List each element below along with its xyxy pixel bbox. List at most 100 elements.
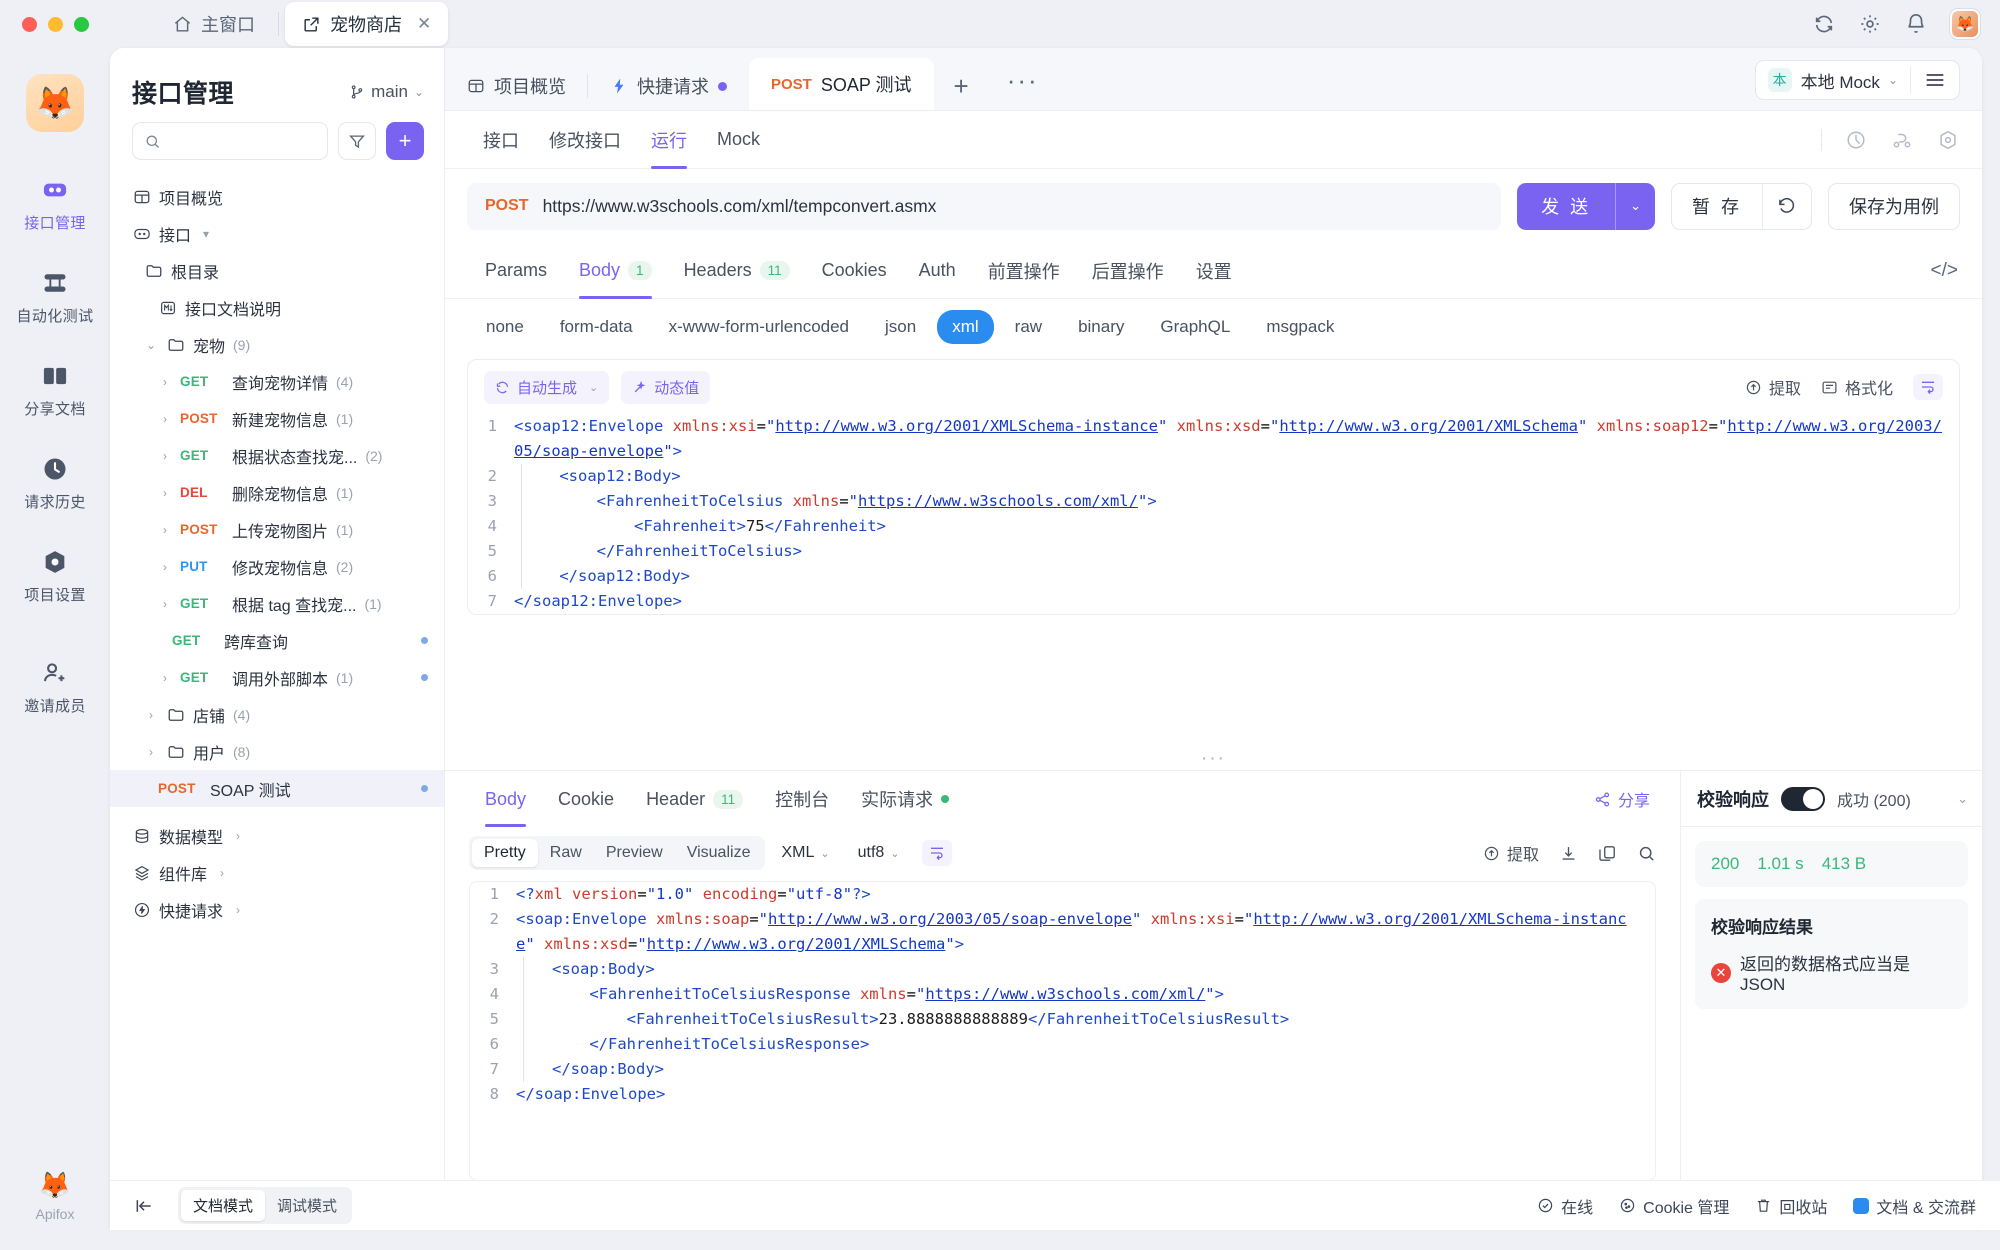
search-icon[interactable] [1637,844,1656,863]
body-type-raw[interactable]: raw [1000,310,1057,344]
cookie-manager[interactable]: Cookie 管理 [1619,1194,1729,1218]
tab-cookies[interactable]: Cookies [808,243,901,299]
tree-item-data-models[interactable]: 数据模型 › [110,817,444,854]
tree-api-get-by-status[interactable]: › GET 根据状态查找宠... (2) [110,437,444,474]
rail-item-automation-test[interactable]: 自动化测试 [9,259,101,335]
chevron-right-icon[interactable]: › [158,486,172,500]
body-type-form-data[interactable]: form-data [545,310,648,344]
tree-folder-pets[interactable]: ⌄ 宠物 (9) [110,326,444,363]
tree-api-post-create-pet[interactable]: › POST 新建宠物信息 (1) [110,400,444,437]
tree-folder-users[interactable]: › 用户 (8) [110,733,444,770]
tree-api-external-script[interactable]: › GET 调用外部脚本 (1) [110,659,444,696]
request-tab-soap-test[interactable]: POST SOAP 测试 [749,58,934,110]
chevron-right-icon[interactable]: › [158,375,172,389]
close-window-button[interactable] [22,16,37,32]
dynamic-value-button[interactable]: 动态值 [621,370,711,404]
response-tab-cookie[interactable]: Cookie [544,771,628,827]
chevron-right-icon[interactable]: › [158,523,172,537]
mode-document[interactable]: 文档模式 [181,1190,266,1221]
body-type-binary[interactable]: binary [1063,310,1139,344]
revert-icon[interactable] [1763,196,1811,216]
body-type-none[interactable]: none [471,310,539,344]
docs-and-community[interactable]: 文档 & 交流群 [1853,1194,1976,1218]
response-extract-button[interactable]: 提取 [1483,841,1539,865]
tree-api-get-pet-detail[interactable]: › GET 查询宠物详情 (4) [110,363,444,400]
extract-button[interactable]: 提取 [1745,375,1801,399]
chevron-right-icon[interactable]: › [144,745,158,759]
maximize-window-button[interactable] [74,16,89,32]
search-input[interactable] [169,132,316,150]
chevron-right-icon[interactable]: › [158,449,172,463]
rail-item-api-management[interactable]: 接口管理 [9,166,101,242]
chevron-down-icon[interactable]: ⌄ [1957,791,1968,807]
chevron-down-icon[interactable]: ▾ [199,227,213,241]
chevron-right-icon[interactable]: › [158,597,172,611]
tree-api-post-upload-image[interactable]: › POST 上传宠物图片 (1) [110,511,444,548]
gear-circle-icon[interactable] [1936,128,1960,152]
validation-toggle[interactable] [1781,786,1825,811]
request-tab-project-overview[interactable]: 项目概览 [445,62,588,110]
online-status[interactable]: 在线 [1537,1194,1593,1218]
chevron-down-icon[interactable]: ⌄ [144,338,158,352]
minimize-window-button[interactable] [48,16,63,32]
tree-item-quick-request[interactable]: 快捷请求 › [110,891,444,928]
tab-settings[interactable]: 设置 [1182,243,1246,299]
body-type-msgpack[interactable]: msgpack [1251,310,1349,344]
chevron-right-icon[interactable]: › [215,866,229,880]
fox-logo[interactable]: 🦊 [26,74,84,132]
response-tab-header[interactable]: Header 11 [632,771,757,827]
chevron-right-icon[interactable]: › [231,903,245,917]
request-code-area[interactable]: 1 <soap12:Envelope xmlns:xsi="http://www… [468,414,1959,614]
tree-item-api-doc-readme[interactable]: 接口文档说明 [110,289,444,326]
gear-icon[interactable] [1858,12,1882,36]
code-snippet-icon[interactable]: </> [1931,260,1958,282]
subtab-run[interactable]: 运行 [639,111,699,169]
response-tab-console[interactable]: 控制台 [761,771,843,827]
tree-item-apis[interactable]: 接口 ▾ [110,215,444,252]
splitter-handle[interactable]: ··· [445,748,1982,770]
chevron-right-icon[interactable]: › [144,708,158,722]
download-icon[interactable] [1559,844,1578,863]
body-type-xml[interactable]: xml [937,310,994,344]
wrap-icon[interactable] [921,840,952,866]
tree-item-project-overview[interactable]: 项目概览 [110,178,444,215]
subtab-interface[interactable]: 接口 [471,111,531,169]
branch-icon[interactable] [1890,128,1914,152]
chevron-right-icon[interactable]: › [158,560,172,574]
window-tab-petstore[interactable]: 宠物商店 ✕ [285,2,449,46]
run-settings-icon[interactable] [1844,128,1868,152]
chevron-down-icon[interactable]: ⌄ [1616,198,1655,214]
collapse-left-icon[interactable] [134,1196,154,1216]
share-button[interactable]: 分享 [1594,787,1650,811]
rail-item-invite-members[interactable]: 邀请成员 [9,649,101,725]
wrap-icon[interactable] [1913,374,1943,400]
chevron-right-icon[interactable]: › [231,829,245,843]
response-encoding-select[interactable]: utf8 ⌄ [846,844,912,862]
tree-api-del-pet[interactable]: › DEL 删除宠物信息 (1) [110,474,444,511]
mode-debug[interactable]: 调试模式 [265,1190,349,1221]
window-controls[interactable] [22,16,126,32]
view-mode-pretty[interactable]: Pretty [472,839,538,867]
send-button[interactable]: 发 送 ⌄ [1517,182,1655,230]
url-input[interactable]: POST https://www.w3schools.com/xml/tempc… [467,182,1502,230]
environment-selector[interactable]: 本 本地 Mock ⌄ [1754,60,1960,100]
tab-params[interactable]: Params [471,243,561,299]
tab-body[interactable]: Body 1 [565,243,666,299]
sync-icon[interactable] [1812,12,1836,36]
tree-api-put-update-pet[interactable]: › PUT 修改宠物信息 (2) [110,548,444,585]
tree-item-component-library[interactable]: 组件库 › [110,854,444,891]
tab-auth[interactable]: Auth [905,243,970,299]
request-tab-quick-request[interactable]: 快捷请求 [588,62,749,110]
save-as-case-button[interactable]: 保存为用例 [1828,182,1960,230]
subtab-modify-interface[interactable]: 修改接口 [537,111,633,169]
recycle-bin[interactable]: 回收站 [1755,1194,1827,1218]
filter-icon[interactable] [338,122,376,160]
response-tab-actual-request[interactable]: 实际请求 [847,771,963,827]
add-button[interactable]: + [386,122,424,160]
window-tab-home[interactable]: 主窗口 [156,2,272,46]
rail-item-request-history[interactable]: 请求历史 [9,445,101,521]
view-mode-raw[interactable]: Raw [538,839,594,867]
tab-pre-operation[interactable]: 前置操作 [974,243,1074,299]
chevron-down-icon[interactable]: ⌄ [589,381,598,394]
rail-item-share-docs[interactable]: 分享文档 [9,352,101,428]
